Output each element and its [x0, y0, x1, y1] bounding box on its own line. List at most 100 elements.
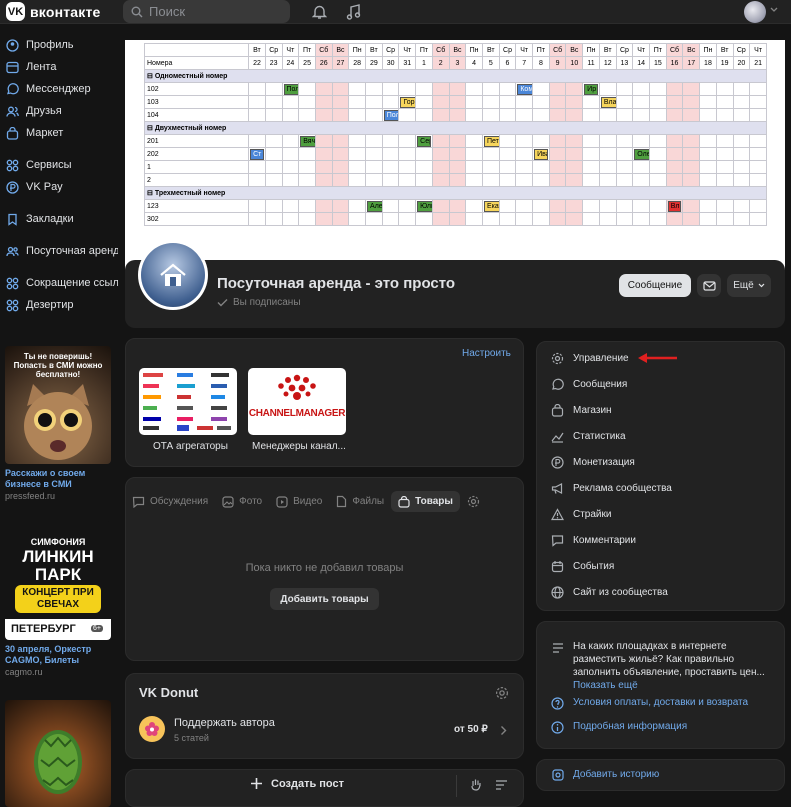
day-cell[interactable]: [732, 82, 751, 96]
day-cell[interactable]: [448, 160, 467, 174]
day-cell[interactable]: [498, 134, 517, 148]
day-cell[interactable]: [732, 173, 751, 187]
day-cell[interactable]: [682, 82, 701, 96]
day-cell[interactable]: [281, 199, 300, 213]
day-cell[interactable]: [415, 108, 433, 122]
day-cell[interactable]: [431, 134, 450, 148]
support-author-link[interactable]: Поддержать автора: [174, 717, 275, 729]
day-cell[interactable]: [348, 134, 367, 148]
ad-dragon-egg[interactable]: [5, 700, 111, 807]
day-cell[interactable]: [632, 108, 650, 122]
day-cell[interactable]: [648, 160, 667, 174]
day-cell[interactable]: [682, 147, 701, 161]
day-cell[interactable]: [381, 95, 400, 109]
day-cell[interactable]: [665, 134, 684, 148]
management-item-4[interactable]: Статистика: [551, 430, 626, 443]
collapse-icon[interactable]: ⊟: [147, 125, 155, 132]
day-cell[interactable]: [448, 82, 467, 96]
sidebar-item-deserter[interactable]: Дезертир: [0, 294, 118, 316]
chevron-right-icon[interactable]: [500, 725, 507, 736]
day-cell[interactable]: [264, 108, 283, 122]
day-cell[interactable]: [398, 160, 417, 174]
day-cell[interactable]: [548, 160, 567, 174]
day-cell[interactable]: [331, 199, 350, 213]
day-cell[interactable]: [565, 212, 584, 226]
day-cell[interactable]: [365, 134, 383, 148]
day-cell[interactable]: [715, 95, 734, 109]
day-cell[interactable]: [749, 212, 767, 226]
day-cell[interactable]: [264, 147, 283, 161]
day-cell[interactable]: [682, 212, 701, 226]
day-cell[interactable]: [532, 199, 550, 213]
group-avatar[interactable]: [138, 240, 208, 310]
day-cell[interactable]: [415, 147, 433, 161]
day-cell[interactable]: [515, 199, 534, 213]
collapse-icon[interactable]: ⊟: [147, 190, 155, 197]
mail-button[interactable]: [697, 274, 721, 297]
day-cell[interactable]: [331, 108, 350, 122]
day-cell[interactable]: [749, 147, 767, 161]
day-cell[interactable]: [715, 160, 734, 174]
subscription-status[interactable]: Вы подписаны: [217, 297, 301, 308]
user-avatar[interactable]: [744, 1, 766, 23]
day-cell[interactable]: [598, 82, 617, 96]
day-cell[interactable]: [365, 173, 383, 187]
day-cell[interactable]: [632, 199, 650, 213]
day-cell[interactable]: [248, 173, 266, 187]
day-cell[interactable]: [699, 147, 717, 161]
booking-bar[interactable]: Петр: [483, 136, 499, 147]
ad-image[interactable]: [5, 700, 111, 807]
day-cell[interactable]: Екатерина: [481, 199, 500, 213]
day-cell[interactable]: [665, 108, 684, 122]
day-cell[interactable]: [732, 134, 751, 148]
sidebar-item-profile[interactable]: Профиль: [0, 34, 118, 56]
booking-bar[interactable]: Екатерина: [483, 201, 499, 212]
day-cell[interactable]: [682, 95, 701, 109]
day-cell[interactable]: [598, 134, 617, 148]
day-cell[interactable]: [532, 82, 550, 96]
sidebar-item-friends[interactable]: Друзья: [0, 100, 118, 122]
day-cell[interactable]: [598, 173, 617, 187]
day-cell[interactable]: [331, 82, 350, 96]
day-cell[interactable]: [248, 212, 266, 226]
tab-goods[interactable]: Товары: [391, 491, 460, 512]
sidebar-item-market[interactable]: Маркет: [0, 122, 118, 144]
sidebar-item-services[interactable]: Сервисы: [0, 154, 118, 176]
configure-link[interactable]: Настроить: [462, 348, 511, 359]
day-cell[interactable]: [598, 212, 617, 226]
booking-bar[interactable]: Ива: [534, 149, 548, 160]
day-cell[interactable]: [314, 108, 333, 122]
day-cell[interactable]: [665, 147, 684, 161]
day-cell[interactable]: [665, 82, 684, 96]
tab-discussions[interactable]: Обсуждения: [125, 491, 215, 512]
day-cell[interactable]: [298, 95, 316, 109]
booking-bar[interactable]: Вячеслав: [300, 136, 315, 147]
day-cell[interactable]: [415, 160, 433, 174]
day-cell[interactable]: [749, 134, 767, 148]
day-cell[interactable]: [348, 199, 367, 213]
day-cell[interactable]: [248, 199, 266, 213]
tab-video[interactable]: Видео: [269, 491, 329, 512]
day-cell[interactable]: [248, 82, 266, 96]
day-cell[interactable]: [682, 199, 701, 213]
day-cell[interactable]: [532, 95, 550, 109]
management-item-7[interactable]: Страйки: [551, 508, 611, 521]
day-cell[interactable]: [498, 108, 517, 122]
day-cell[interactable]: [314, 160, 333, 174]
day-cell[interactable]: [498, 199, 517, 213]
day-cell[interactable]: [582, 108, 600, 122]
booking-bar[interactable]: Горкунов: [400, 97, 415, 108]
day-cell[interactable]: [615, 199, 634, 213]
day-cell[interactable]: [448, 108, 467, 122]
day-cell[interactable]: [465, 108, 483, 122]
tab-files[interactable]: Файлы: [329, 491, 391, 512]
day-cell[interactable]: [264, 212, 283, 226]
day-cell[interactable]: [715, 173, 734, 187]
day-cell[interactable]: [381, 212, 400, 226]
day-cell[interactable]: Владимир: [598, 95, 617, 109]
day-cell[interactable]: [465, 134, 483, 148]
ad-cagmo[interactable]: СИМФОНИЯ ЛИНКИН ПАРК КОНЦЕРТ ПРИ СВЕЧАХ …: [5, 521, 111, 677]
sidebar-item-shortlink[interactable]: Сокращение ссылок: [0, 272, 118, 294]
day-cell[interactable]: [582, 95, 600, 109]
day-cell[interactable]: [465, 199, 483, 213]
